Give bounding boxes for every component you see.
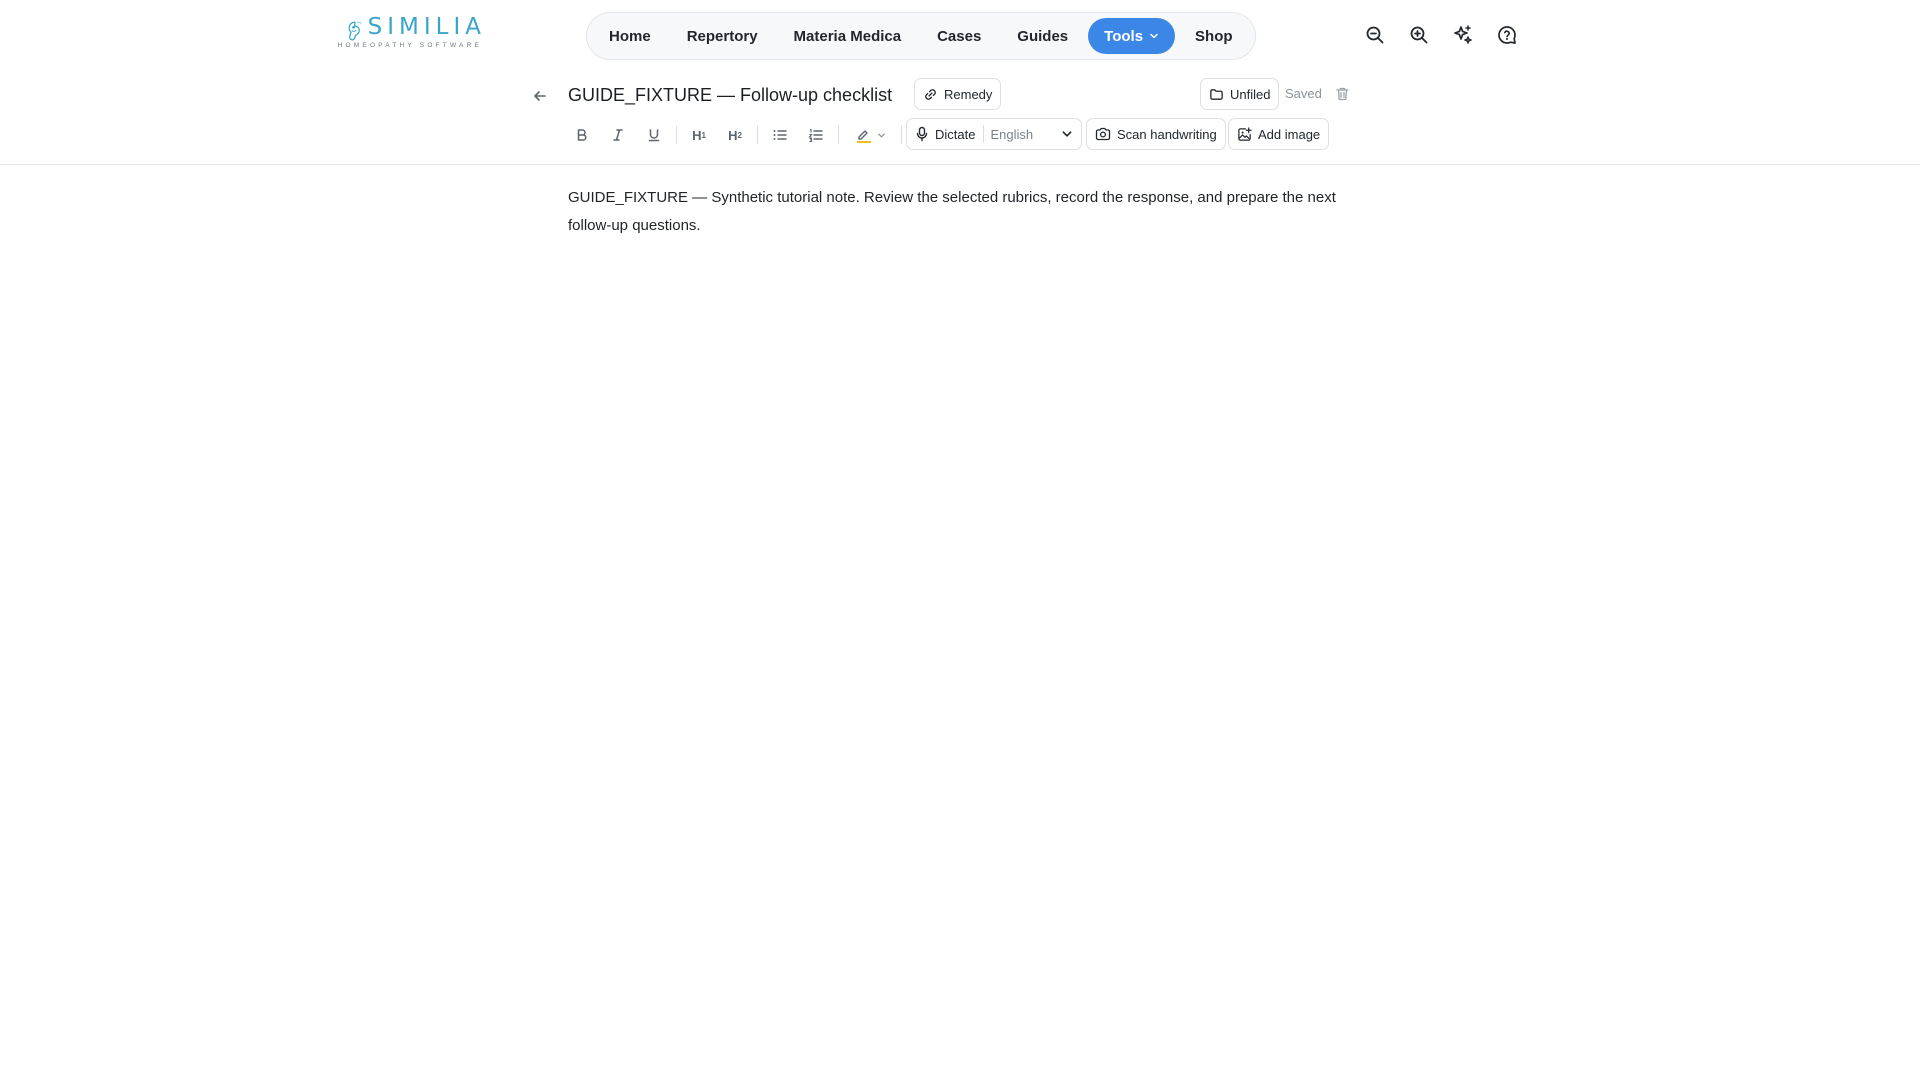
brand-name: SIMILIA [367, 14, 486, 40]
note-title[interactable]: GUIDE_FIXTURE — Follow-up checklist [568, 82, 892, 108]
nav-repertory[interactable]: Repertory [671, 18, 774, 54]
similia-logo[interactable]: SIMILIA HOMEOPATHY SOFTWARE [338, 14, 486, 58]
chevron-down-icon [1062, 131, 1072, 137]
toolbar-divider [838, 126, 839, 144]
nav-materia-medica[interactable]: Materia Medica [778, 18, 918, 54]
dictate-label: Dictate [935, 126, 976, 142]
language-value: English [990, 126, 1034, 142]
heading-1-level: 1 [701, 130, 706, 140]
microphone-icon [916, 126, 928, 142]
nav-tools-label: Tools [1104, 27, 1144, 45]
language-select[interactable]: English [984, 119, 1081, 149]
header-actions [1362, 22, 1520, 48]
formatting-toolbar: H1 H2 [564, 118, 906, 152]
heading-1-label: H [692, 127, 702, 143]
underline-icon [648, 129, 660, 142]
bullet-list-button[interactable] [762, 119, 798, 151]
image-add-icon [1238, 126, 1252, 141]
toolbar-divider [901, 126, 902, 144]
trash-icon [1335, 87, 1349, 101]
nav-repertory-label: Repertory [686, 27, 758, 45]
italic-icon [613, 129, 623, 141]
back-button[interactable] [528, 84, 552, 108]
arrow-left-icon [534, 91, 546, 101]
chevron-down-icon [1150, 33, 1158, 39]
bold-icon [577, 129, 587, 141]
note-editor-body[interactable]: GUIDE_FIXTURE — Synthetic tutorial note.… [568, 184, 1358, 240]
remedy-label: Remedy [944, 86, 993, 102]
zoom-out-icon[interactable] [1362, 22, 1388, 48]
add-image-label: Add image [1258, 126, 1321, 142]
header-divider [0, 164, 1920, 165]
bold-button[interactable] [564, 119, 600, 151]
folder-icon [1210, 88, 1223, 100]
nav-materia-medica-label: Materia Medica [793, 27, 902, 45]
italic-button[interactable] [600, 119, 636, 151]
highlight-color-button[interactable] [843, 119, 897, 151]
nav-guides-label: Guides [1017, 27, 1069, 45]
folder-button[interactable]: Unfiled [1200, 78, 1280, 110]
heading-2-button[interactable]: H2 [717, 119, 753, 151]
numbered-list-icon [808, 128, 823, 142]
add-image-button[interactable]: Add image [1228, 118, 1330, 150]
heading-2-label: H [728, 127, 738, 143]
dictation-control: Dictate English [906, 118, 1082, 150]
dictate-button[interactable]: Dictate [907, 119, 983, 149]
bullet-list-icon [773, 130, 787, 140]
nav-shop[interactable]: Shop [1179, 18, 1249, 54]
link-icon [925, 88, 936, 100]
toolbar-divider [757, 126, 758, 144]
underline-button[interactable] [636, 119, 672, 151]
scan-handwriting-button[interactable]: Scan handwriting [1086, 118, 1226, 150]
remedy-link-button[interactable]: Remedy [914, 78, 1002, 110]
camera-icon [1095, 127, 1111, 141]
chevron-down-icon [877, 133, 885, 137]
nav-home[interactable]: Home [593, 18, 667, 54]
heading-1-button[interactable]: H1 [681, 119, 717, 151]
delete-button[interactable] [1332, 84, 1352, 104]
nav-tools[interactable]: Tools [1088, 18, 1176, 54]
nav-cases[interactable]: Cases [921, 18, 997, 54]
nav-cases-label: Cases [937, 27, 982, 45]
nav-shop-label: Shop [1195, 27, 1233, 45]
brand-tagline: HOMEOPATHY SOFTWARE [337, 42, 482, 49]
folder-label: Unfiled [1230, 86, 1271, 102]
nav-guides[interactable]: Guides [1001, 18, 1084, 54]
zoom-in-icon[interactable] [1406, 22, 1432, 48]
nav-home-label: Home [609, 27, 651, 45]
scan-handwriting-label: Scan handwriting [1117, 126, 1217, 142]
sparkles-icon[interactable] [1450, 22, 1476, 48]
toolbar-divider [676, 126, 677, 144]
main-nav: Home Repertory Materia Medica Cases Guid… [586, 12, 1256, 60]
save-status: Saved [1285, 86, 1322, 101]
highlighter-icon [856, 130, 871, 143]
help-icon[interactable] [1494, 22, 1520, 48]
heading-2-level: 2 [737, 130, 742, 140]
numbered-list-button[interactable] [798, 119, 834, 151]
